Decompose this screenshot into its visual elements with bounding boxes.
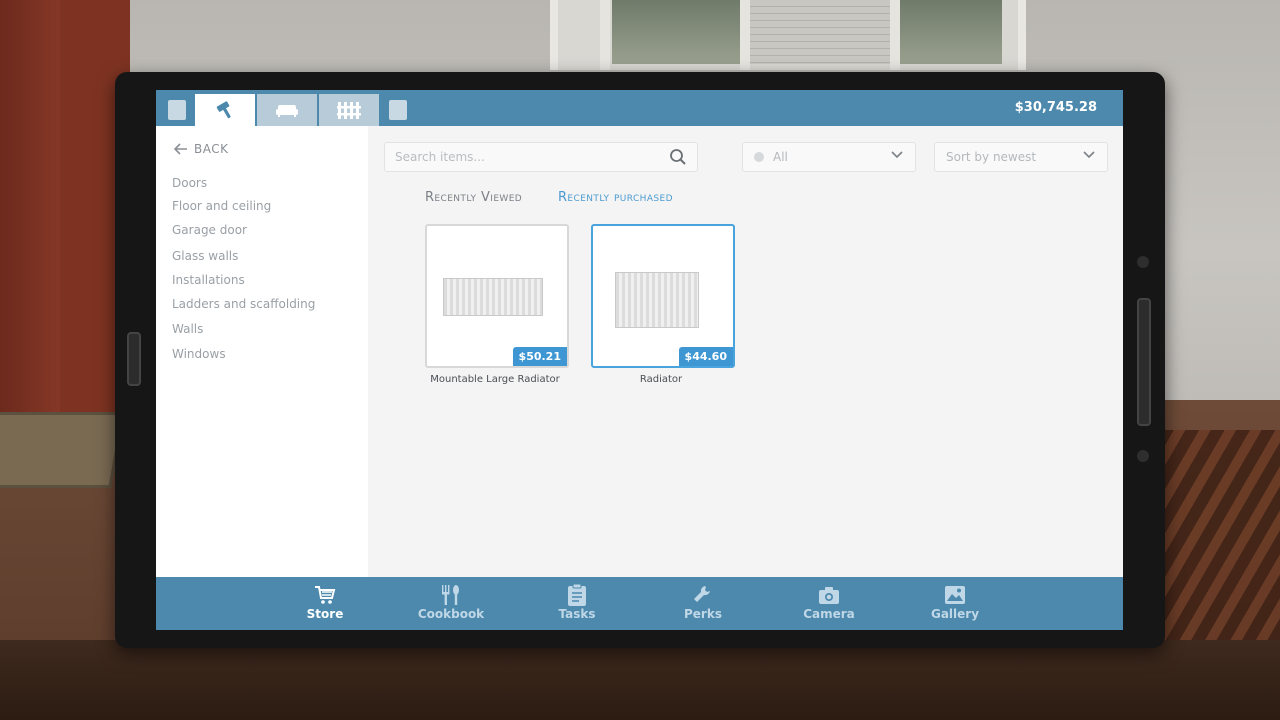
hammer-icon (216, 101, 231, 119)
tablet-side-button (1137, 298, 1151, 426)
sort-dropdown[interactable]: Sort by newest (934, 142, 1108, 172)
search-icon[interactable] (669, 148, 687, 166)
chevron-down-icon (891, 151, 903, 159)
doormat (0, 412, 125, 488)
table-edge (0, 640, 1280, 720)
cart-icon (315, 586, 336, 604)
tab-recently-purchased[interactable]: Recently purchased (558, 190, 673, 205)
cutlery-icon (442, 585, 459, 605)
category-installations[interactable]: Installations (172, 273, 245, 287)
category-glass-walls[interactable]: Glass walls (172, 249, 238, 263)
category-sidebar: BACK Doors Floor and ceiling Garage door… (156, 126, 368, 577)
fence-icon (337, 102, 361, 119)
nav-label: Gallery (930, 607, 980, 621)
radiator-image (443, 278, 543, 316)
item-card-mountable-large-radiator[interactable]: $50.21 (425, 224, 569, 368)
back-button[interactable]: BACK (174, 142, 228, 156)
nav-label: Perks (684, 607, 722, 621)
window-mullion (600, 0, 610, 70)
nav-store[interactable]: Store (285, 583, 365, 621)
window-mullion (890, 0, 900, 70)
category-garage-door[interactable]: Garage door (172, 223, 247, 237)
tab-furniture[interactable] (257, 94, 317, 126)
category-ladders-and-scaffolding[interactable]: Ladders and scaffolding (172, 297, 315, 311)
search-input[interactable]: Search items... (384, 142, 698, 172)
tablet-sensor-dot (1137, 450, 1149, 462)
chevron-down-icon (1083, 151, 1095, 159)
tablet-side-button (127, 332, 141, 386)
tab-fence[interactable] (319, 94, 379, 126)
category-windows[interactable]: Windows (172, 347, 226, 361)
back-label: BACK (194, 142, 229, 156)
nav-tasks[interactable]: Tasks (537, 583, 617, 621)
tablet-camera-dot (1137, 256, 1149, 268)
nav-label: Cookbook (417, 607, 485, 621)
money-balance: $30,745.28 (1014, 100, 1097, 115)
radiator-image (615, 272, 699, 328)
category-floor-and-ceiling[interactable]: Floor and ceiling (172, 199, 271, 213)
clipboard-icon (568, 583, 586, 606)
store-content: Search items... All Sort by newest Recen… (368, 126, 1123, 577)
wrench-icon (694, 586, 710, 602)
arrow-left-icon (174, 143, 187, 155)
bottom-navigation: Store Cookbook Tasks Perks Camera Galler… (156, 577, 1123, 630)
item-name: Radiator (639, 374, 683, 385)
top-bar: $30,745.28 (156, 90, 1123, 126)
category-doors[interactable]: Doors (172, 176, 207, 190)
neighbor-house (748, 0, 898, 64)
price-badge: $44.60 (678, 347, 733, 366)
filter-color-dot (754, 152, 764, 162)
scroll-right-button[interactable] (389, 100, 407, 120)
tablet-screen: $30,745.28 BACK Doors Floor and ceiling … (156, 90, 1123, 630)
tab-recently-viewed[interactable]: Recently Viewed (425, 190, 522, 205)
nav-gallery[interactable]: Gallery (915, 583, 995, 621)
camera-icon (819, 587, 839, 604)
image-icon (945, 586, 965, 604)
nav-camera[interactable]: Camera (789, 583, 869, 621)
nav-label: Tasks (558, 607, 596, 621)
nav-perks[interactable]: Perks (663, 583, 743, 621)
nav-cookbook[interactable]: Cookbook (411, 583, 491, 621)
scroll-left-button[interactable] (168, 100, 186, 120)
category-filter-dropdown[interactable]: All (742, 142, 916, 172)
sort-value: Sort by newest (946, 150, 1037, 164)
item-name: Mountable Large Radiator (430, 374, 560, 385)
price-badge: $50.21 (512, 347, 567, 366)
nav-label: Camera (803, 607, 855, 621)
window-mullion (740, 0, 750, 70)
search-placeholder: Search items... (395, 150, 485, 164)
filter-value: All (773, 150, 788, 164)
sofa-icon (276, 105, 298, 117)
nav-label: Store (306, 607, 344, 621)
tab-build[interactable] (195, 94, 255, 126)
category-walls[interactable]: Walls (172, 322, 203, 336)
item-card-radiator[interactable]: $44.60 (591, 224, 735, 368)
